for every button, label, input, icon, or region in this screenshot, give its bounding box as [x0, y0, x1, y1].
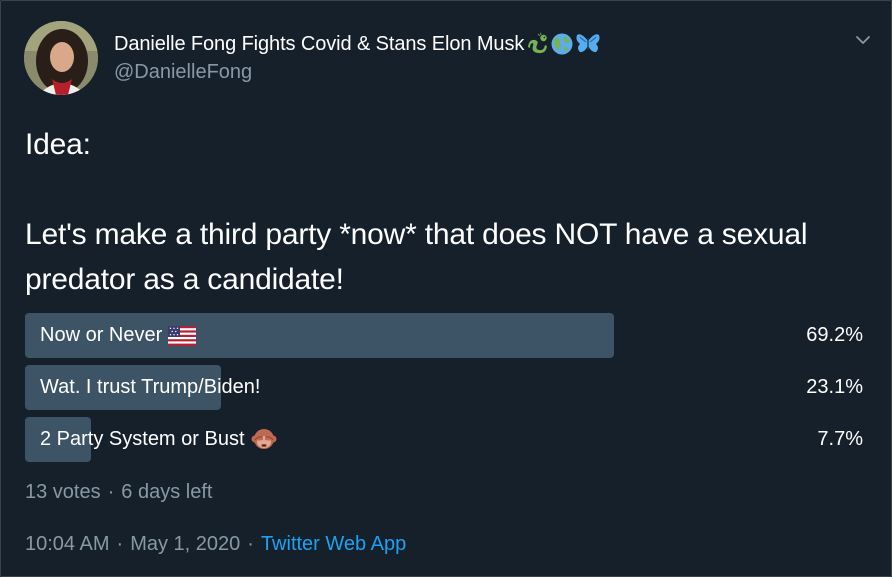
tweet-meta: 10:04 AM · May 1, 2020 · Twitter Web App: [25, 533, 407, 555]
display-name[interactable]: Danielle Fong Fights Covid & Stans Elon …: [114, 33, 524, 56]
tweet-date[interactable]: May 1, 2020: [130, 533, 240, 555]
poll-choice-label: Wat. I trust Trump/Biden!: [40, 376, 261, 398]
see-no-evil-monkey-icon: [251, 428, 277, 449]
poll-choice-percent: 7.7%: [817, 428, 863, 450]
poll-choice-label: Now or Never: [40, 313, 197, 358]
poll-choice-percent: 23.1%: [806, 376, 863, 398]
poll: Now or Never 69.2% Wat. I trust Trump/Bi…: [25, 313, 867, 469]
poll-choice-label: 2 Party System or Bust: [40, 417, 277, 462]
tweet-time[interactable]: 10:04 AM: [25, 533, 110, 555]
avatar[interactable]: [24, 21, 98, 95]
tweet-text: Idea: Let's make a third party *now* tha…: [25, 122, 865, 302]
name-emojis: [525, 32, 602, 56]
butterfly-icon: [576, 34, 600, 53]
tweet-line-1: Idea:: [25, 128, 91, 161]
chevron-down-icon[interactable]: [853, 32, 873, 48]
poll-time-left: 6 days left: [121, 481, 213, 503]
author-handle[interactable]: @DanielleFong: [114, 61, 252, 84]
tweet-source-link[interactable]: Twitter Web App: [261, 533, 406, 555]
poll-meta: 13 votes · 6 days left: [25, 481, 213, 503]
globe-icon: [551, 33, 573, 55]
poll-choice[interactable]: Now or Never 69.2%: [25, 313, 867, 358]
poll-choice[interactable]: Wat. I trust Trump/Biden! 23.1%: [25, 365, 867, 410]
author-name-row[interactable]: Danielle Fong Fights Covid & Stans Elon …: [114, 30, 602, 58]
tweet-card: Danielle Fong Fights Covid & Stans Elon …: [0, 0, 892, 577]
poll-votes: 13 votes: [25, 481, 101, 503]
poll-choice[interactable]: 2 Party System or Bust 7.7%: [25, 417, 867, 462]
tweet-line-2: Let's make a third party *now* that does…: [25, 218, 808, 296]
us-flag-icon: [168, 325, 197, 346]
poll-choice-percent: 69.2%: [806, 324, 863, 346]
dragon-icon: [528, 32, 548, 54]
